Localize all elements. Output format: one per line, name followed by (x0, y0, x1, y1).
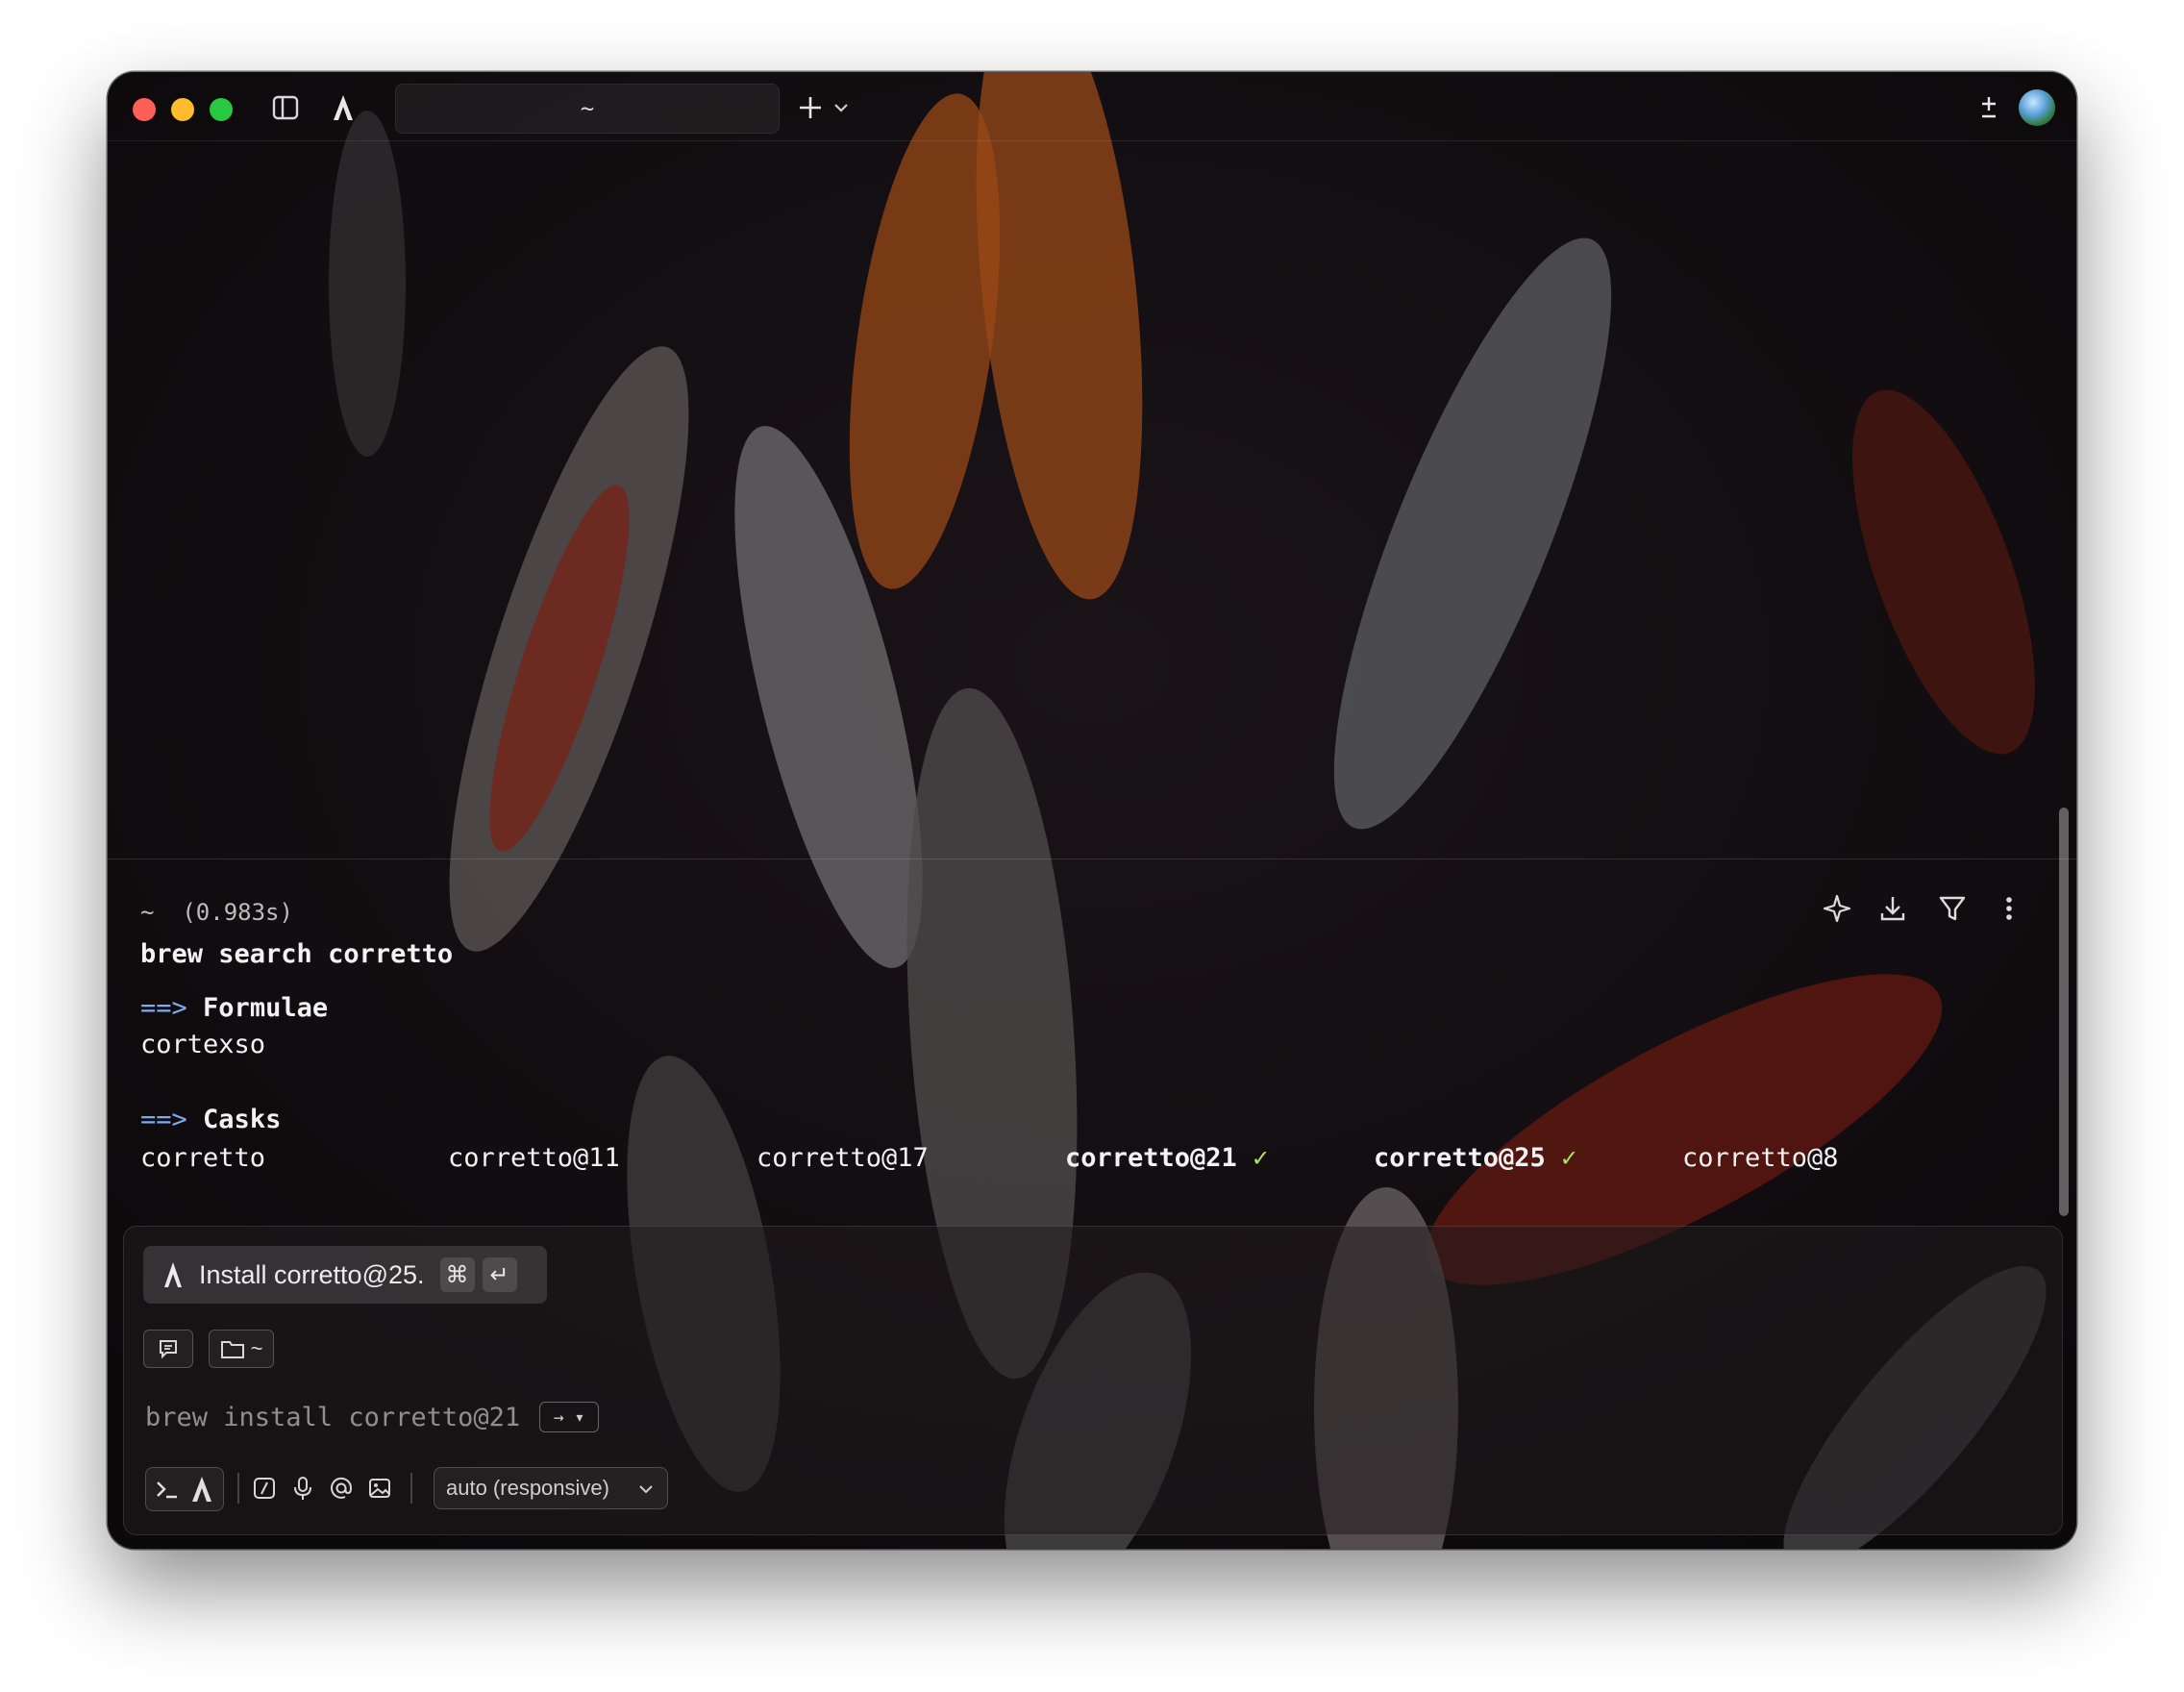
sidebar-toggle-icon[interactable] (269, 91, 302, 124)
casks-arrow: ==> (140, 1105, 187, 1134)
enter-key-icon: ↵ (482, 1257, 517, 1292)
new-tab-plus-icon[interactable] (794, 91, 827, 124)
suggestion-text: Install corretto@25. (199, 1259, 425, 1289)
model-selector[interactable]: auto (responsive) (434, 1467, 668, 1509)
command-input[interactable]: brew install corretto@21 → ▾ (145, 1402, 600, 1432)
image-attach-icon[interactable] (366, 1475, 393, 1502)
block-command: brew search corretto (140, 939, 454, 969)
formulae-heading: Formulae (203, 993, 329, 1023)
cask-item: corretto@8 (1682, 1143, 1839, 1173)
model-selector-label: auto (responsive) (446, 1476, 609, 1500)
folder-icon (220, 1341, 244, 1358)
block-directory: ~ (140, 899, 155, 926)
download-icon[interactable] (1876, 892, 1909, 925)
directory-chip[interactable]: ~ (209, 1330, 274, 1368)
tab-home[interactable]: ~ (395, 84, 780, 134)
agent-mode-icon[interactable] (188, 1475, 215, 1504)
cask-item: corretto (140, 1143, 266, 1173)
terminal-prompt-icon[interactable] (154, 1476, 181, 1503)
ghost-autosuggestion: brew install corretto@21 (145, 1402, 521, 1432)
agent-logo-icon[interactable] (327, 91, 360, 124)
block-actions (1821, 892, 2051, 931)
maximize-window-button[interactable] (210, 98, 233, 121)
installed-check-icon: ✓ (1253, 1143, 1269, 1173)
terminal-window: ~ ~ (0.983s) brew search corretto ==> Fo… (108, 72, 2076, 1549)
cask-item: corretto@17 (757, 1143, 929, 1173)
input-toolbar: auto (responsive) (145, 1467, 2043, 1513)
agent-suggestion-button[interactable]: Install corretto@25. ⌘ ↵ (143, 1246, 547, 1304)
cask-item: corretto@11 (448, 1143, 620, 1173)
at-mention-icon[interactable] (328, 1475, 355, 1502)
block-duration: (0.983s) (182, 899, 293, 926)
agent-logo-icon (164, 1262, 182, 1287)
cask-item-installed: corretto@25 ✓ (1374, 1143, 1577, 1173)
tab-title: ~ (580, 95, 595, 122)
filter-icon[interactable] (1936, 892, 1969, 925)
new-tab-chevron-down-icon[interactable] (831, 91, 852, 124)
close-window-button[interactable] (133, 98, 156, 121)
formula-item: cortexso (140, 1030, 266, 1059)
toolbar-separator (237, 1473, 239, 1504)
scrollbar-thumb[interactable] (2059, 808, 2069, 1216)
formulae-heading-line: ==> Formulae (140, 993, 328, 1023)
chevron-down-icon (639, 1485, 653, 1494)
casks-heading: Casks (203, 1105, 282, 1134)
input-panel: Install corretto@25. ⌘ ↵ ~ brew install … (123, 1226, 2063, 1535)
formulae-arrow: ==> (140, 993, 187, 1023)
conversation-chip[interactable] (143, 1330, 193, 1368)
installed-check-icon: ✓ (1561, 1143, 1577, 1173)
more-options-icon[interactable] (1999, 892, 2019, 925)
chat-bubble-icon (160, 1340, 177, 1359)
block-divider (108, 858, 2076, 859)
sparkle-ai-icon[interactable] (1821, 892, 1853, 925)
directory-chip-label: ~ (250, 1336, 263, 1360)
cask-item-installed: corretto@21 ✓ (1065, 1143, 1269, 1173)
accept-suggestion-hint[interactable]: → ▾ (539, 1402, 600, 1432)
slash-command-icon[interactable] (251, 1475, 278, 1502)
microphone-icon[interactable] (289, 1475, 316, 1502)
mode-toggle[interactable] (145, 1467, 224, 1511)
block-meta: ~ (0.983s) (140, 899, 293, 926)
plus-minus-icon[interactable] (1973, 91, 2005, 124)
toolbar-separator (410, 1473, 412, 1504)
cmd-key-icon: ⌘ (439, 1257, 475, 1292)
user-avatar[interactable] (2019, 89, 2055, 126)
title-bar: ~ (108, 72, 2076, 141)
casks-heading-line: ==> Casks (140, 1105, 281, 1134)
minimize-window-button[interactable] (171, 98, 194, 121)
